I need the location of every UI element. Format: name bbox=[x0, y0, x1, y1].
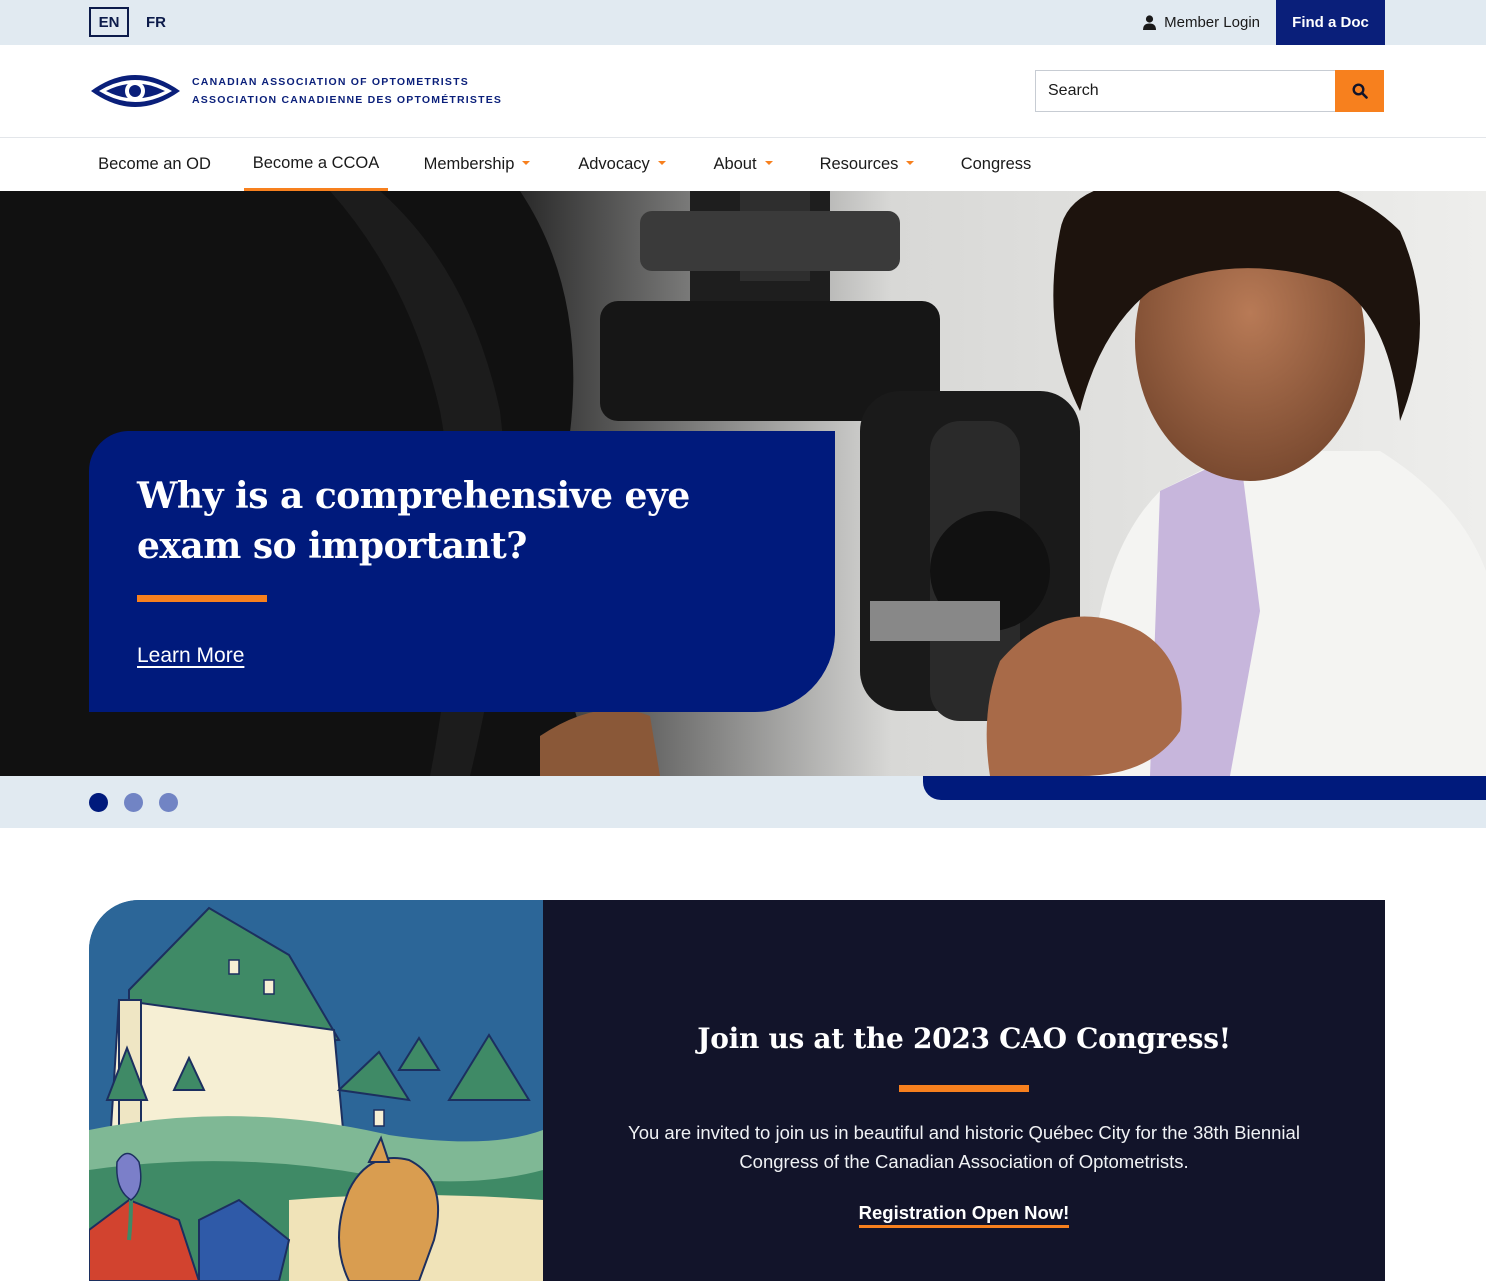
nav-item-become-an-od[interactable]: Become an OD bbox=[89, 138, 220, 191]
utility-bar: EN FR Member Login Find a Doc bbox=[0, 0, 1486, 45]
learn-more-link[interactable]: Learn More bbox=[137, 644, 244, 668]
search-input[interactable] bbox=[1035, 70, 1335, 112]
congress-illustration bbox=[89, 900, 543, 1281]
hero-card: Why is a comprehensive eye exam so impor… bbox=[89, 431, 835, 712]
logo-line-fr: ASSOCIATION CANADIENNE DES OPTOMÉTRISTES bbox=[192, 94, 503, 106]
lang-fr-button[interactable]: FR bbox=[138, 7, 174, 37]
quebec-city-illustration bbox=[89, 900, 543, 1281]
search-icon bbox=[1351, 83, 1368, 99]
congress-divider bbox=[899, 1085, 1029, 1092]
lang-en-button[interactable]: EN bbox=[89, 7, 129, 37]
nav-item-label: About bbox=[713, 155, 757, 173]
nav-item-label: Become a CCOA bbox=[252, 153, 380, 172]
main-nav: Become an OD Become a CCOA Membership Ad… bbox=[0, 138, 1486, 191]
congress-panel: Join us at the 2023 CAO Congress! You ar… bbox=[543, 900, 1385, 1281]
chevron-down-icon bbox=[764, 160, 773, 165]
member-login-label: Member Login bbox=[1164, 14, 1260, 31]
site-logo[interactable]: CANADIAN ASSOCIATION OF OPTOMETRISTS ASS… bbox=[89, 67, 502, 115]
member-login-link[interactable]: Member Login bbox=[1143, 0, 1260, 45]
search-form bbox=[1035, 70, 1384, 112]
hero-divider bbox=[137, 595, 267, 602]
user-icon bbox=[1143, 15, 1157, 30]
nav-item-about[interactable]: About bbox=[701, 138, 785, 191]
site-header: CANADIAN ASSOCIATION OF OPTOMETRISTS ASS… bbox=[0, 45, 1486, 138]
registration-link-label: Registration Open Now! bbox=[858, 1202, 1070, 1228]
carousel-dot-2[interactable] bbox=[124, 793, 143, 812]
nav-item-label: Resources bbox=[819, 155, 899, 173]
congress-description: You are invited to join us in beautiful … bbox=[628, 1122, 1300, 1172]
logo-line-en: CANADIAN ASSOCIATION OF OPTOMETRISTS bbox=[192, 76, 469, 88]
carousel-dot-1[interactable] bbox=[89, 793, 108, 812]
nav-item-advocacy[interactable]: Advocacy bbox=[567, 138, 677, 191]
nav-item-label: Advocacy bbox=[578, 155, 650, 173]
nav-item-label: Congress bbox=[960, 155, 1032, 173]
chevron-down-icon bbox=[522, 160, 531, 165]
hero-slider: Why is a comprehensive eye exam so impor… bbox=[0, 191, 1486, 776]
nav-item-membership[interactable]: Membership bbox=[412, 138, 542, 191]
eye-logo-icon bbox=[91, 75, 180, 107]
nav-item-become-a-ccoa[interactable]: Become a CCOA bbox=[244, 138, 388, 191]
nav-item-congress[interactable]: Congress bbox=[949, 138, 1043, 191]
carousel-accent-bar bbox=[923, 776, 1486, 800]
nav-item-label: Membership bbox=[423, 155, 515, 173]
carousel-dot-3[interactable] bbox=[159, 793, 178, 812]
registration-link[interactable]: Registration Open Now! bbox=[543, 1202, 1385, 1228]
nav-item-resources[interactable]: Resources bbox=[809, 138, 925, 191]
nav-item-label: Become an OD bbox=[98, 155, 211, 173]
hero-title: Why is a comprehensive eye exam so impor… bbox=[137, 475, 690, 567]
chevron-down-icon bbox=[657, 160, 666, 165]
chevron-down-icon bbox=[906, 160, 915, 165]
search-button[interactable] bbox=[1335, 70, 1384, 112]
congress-title: Join us at the 2023 CAO Congress! bbox=[697, 1022, 1231, 1055]
find-a-doc-button[interactable]: Find a Doc bbox=[1276, 0, 1385, 45]
